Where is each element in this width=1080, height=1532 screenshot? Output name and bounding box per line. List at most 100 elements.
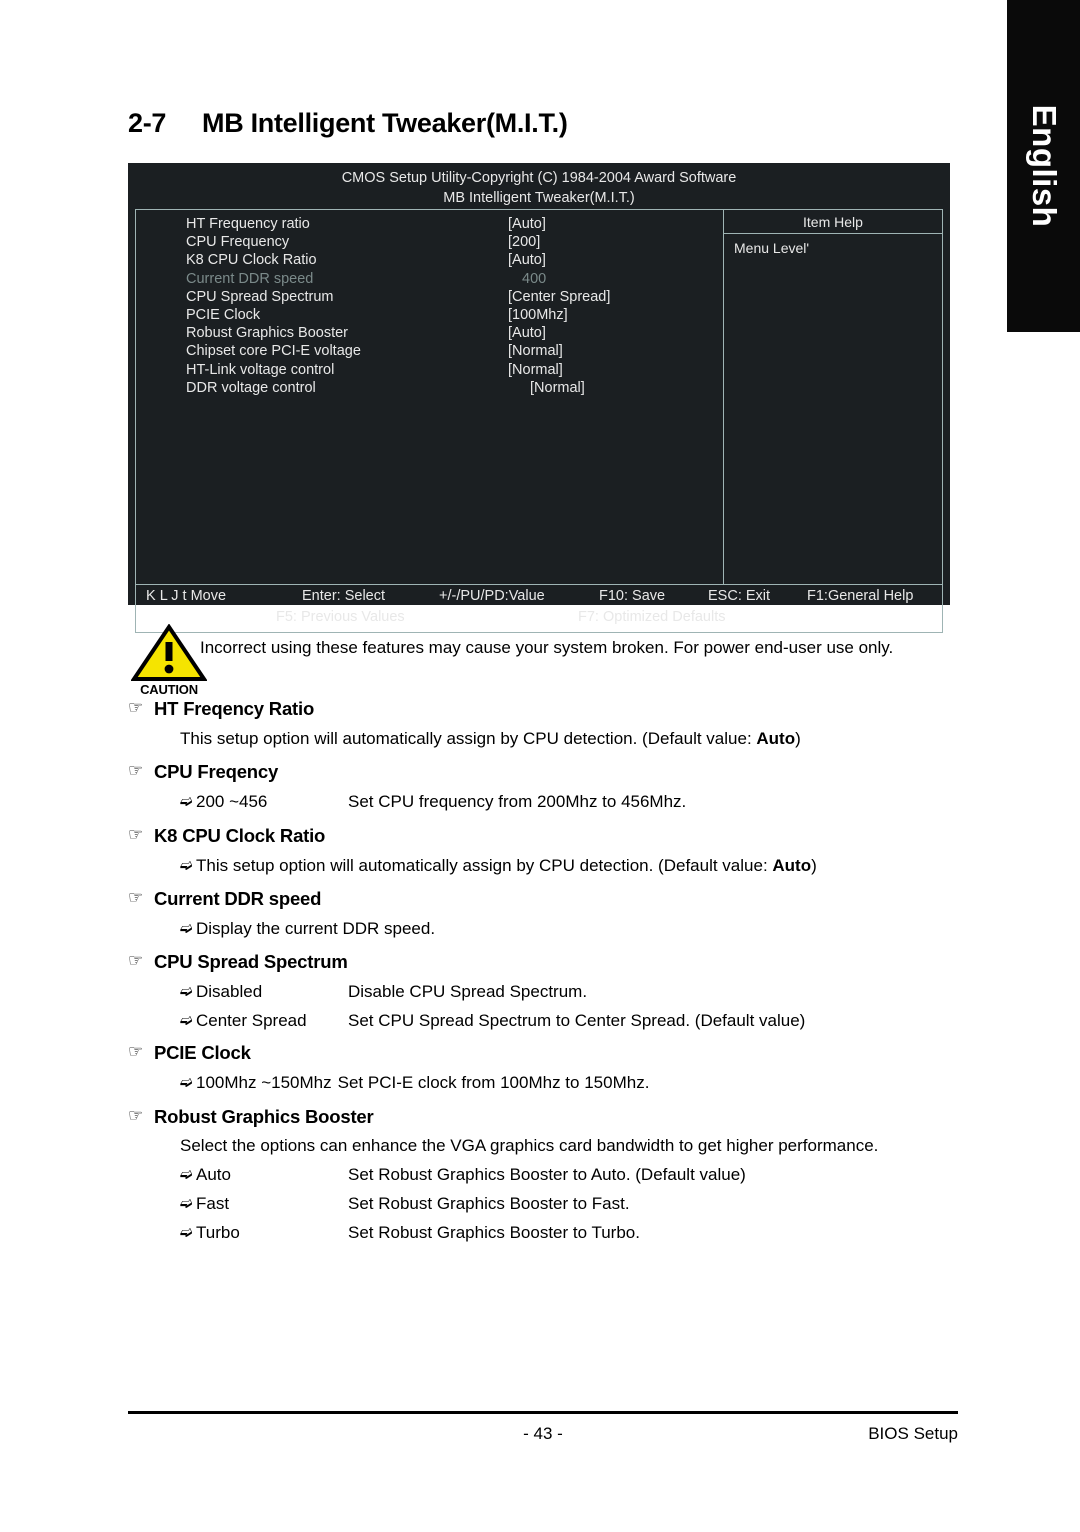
bios-option-row[interactable]: DDR voltage control [Normal] (136, 379, 723, 397)
option-bullet: ➫ Center Spread Set CPU Spread Spectrum … (180, 1011, 968, 1031)
page-title: 2-7 MB Intelligent Tweaker(M.I.T.) (128, 108, 568, 139)
double-arrow-icon: ➫ (180, 983, 193, 1000)
nav-f5-previous: F5: Previous Values (276, 609, 405, 625)
option-bullet: ➫ Disabled Disable CPU Spread Spectrum. (180, 982, 968, 1002)
option-description: Set Robust Graphics Booster to Auto. (De… (348, 1165, 746, 1184)
page-number: - 43 - (523, 1424, 563, 1443)
pointing-hand-icon: ☞ (128, 761, 144, 780)
section-k8-cpu-clock-ratio: ☞ K8 CPU Clock Ratio ➫ This setup option… (128, 825, 968, 876)
section-heading: ☞ Current DDR speed (128, 888, 968, 910)
bios-option-row: Current DDR speed 400 (136, 270, 723, 288)
bios-option-row[interactable]: Robust Graphics Booster [Auto] (136, 324, 723, 342)
caution-label: CAUTION (140, 682, 198, 697)
bios-title-line-2: MB Intelligent Tweaker(M.I.T.) (443, 190, 635, 206)
pointing-hand-icon: ☞ (128, 951, 144, 970)
option-bullet: ➫ 200 ~456 Set CPU frequency from 200Mhz… (180, 792, 968, 812)
paragraph-prefix: This setup option will automatically ass… (180, 729, 757, 748)
item-help-title: Item Help (724, 210, 942, 234)
default-value: Auto (756, 729, 796, 748)
bios-option-value[interactable]: [Center Spread] (508, 288, 723, 306)
caution-text: Incorrect using these features may cause… (200, 638, 894, 657)
option-description: Set Robust Graphics Booster to Turbo. (348, 1223, 640, 1242)
section-ht-freqency-ratio: ☞ HT Freqency Ratio This setup option wi… (128, 698, 968, 749)
option-description: Set CPU Spread Spectrum to Center Spread… (348, 1011, 806, 1030)
bios-option-name: DDR voltage control (186, 379, 316, 396)
double-arrow-icon: ➫ (180, 793, 193, 810)
section-paragraph: Select the options can enhance the VGA g… (180, 1136, 879, 1155)
bios-option-row[interactable]: Chipset core PCI-E voltage [Normal] (136, 342, 723, 360)
option-description: This setup option will automatically ass… (196, 856, 968, 876)
double-arrow-icon: ➫ (180, 1224, 193, 1241)
menu-level-label: Menu Level' (734, 240, 810, 256)
section-heading: ☞ K8 CPU Clock Ratio (128, 825, 968, 847)
bios-option-row[interactable]: CPU Frequency [200] (136, 233, 723, 251)
warning-triangle-icon (131, 624, 207, 682)
section-heading: ☞ Robust Graphics Booster (128, 1106, 968, 1128)
option-label: Auto (196, 1165, 231, 1184)
language-tab: English (1007, 0, 1080, 332)
section-heading-label: K8 CPU Clock Ratio (154, 825, 326, 846)
bios-option-value[interactable]: [Auto] (508, 251, 723, 269)
section-heading: ☞ CPU Spread Spectrum (128, 951, 968, 973)
footer-right-label: BIOS Setup (868, 1424, 958, 1443)
bios-option-value[interactable]: [Auto] (508, 324, 723, 342)
pointing-hand-icon: ☞ (128, 1106, 144, 1125)
bios-option-name: K8 CPU Clock Ratio (186, 252, 317, 269)
double-arrow-icon: ➫ (180, 857, 193, 874)
double-arrow-icon: ➫ (180, 920, 193, 937)
section-current-ddr-speed: ☞ Current DDR speed ➫ Display the curren… (128, 888, 968, 939)
bios-item-help-panel: Item Help Menu Level' (724, 210, 942, 584)
section-pcie-clock: ☞ PCIE Clock ➫ 100Mhz ~150Mhz Set PCI-E … (128, 1042, 968, 1093)
bios-title-line-1: CMOS Setup Utility-Copyright (C) 1984-20… (341, 170, 737, 186)
option-label: 100Mhz ~150Mhz (196, 1073, 332, 1092)
caution-icon-group: CAUTION (128, 624, 210, 697)
option-bullet: ➫ Fast Set Robust Graphics Booster to Fa… (180, 1194, 968, 1214)
pointing-hand-icon: ☞ (128, 698, 144, 717)
bios-option-name: CPU Spread Spectrum (186, 288, 334, 305)
language-tab-label: English (1025, 104, 1063, 228)
option-label: Fast (196, 1194, 230, 1213)
double-arrow-icon: ➫ (180, 1012, 193, 1029)
bios-option-row[interactable]: PCIE Clock [100Mhz] (136, 306, 723, 324)
section-robust-graphics-booster: ☞ Robust Graphics Booster Select the opt… (128, 1106, 968, 1243)
double-arrow-icon: ➫ (180, 1074, 193, 1091)
default-value: Auto (772, 856, 812, 875)
bios-option-row[interactable]: HT-Link voltage control [Normal] (136, 361, 723, 379)
page-content: 2-7 MB Intelligent Tweaker(M.I.T.) CMOS … (0, 0, 1007, 1532)
option-label: 200 ~456 (196, 792, 268, 811)
option-bullet: ➫ Turbo Set Robust Graphics Booster to T… (180, 1223, 968, 1243)
bios-option-value[interactable]: [Normal] (508, 342, 723, 360)
section-heading-label: Current DDR speed (154, 888, 322, 909)
bios-option-name: Chipset core PCI-E voltage (186, 343, 361, 360)
bios-option-value[interactable]: [Normal] (508, 379, 723, 397)
footer-divider (128, 1411, 958, 1414)
nav-enter-select: Enter: Select (302, 588, 386, 604)
bios-option-value[interactable]: [100Mhz] (508, 306, 723, 324)
bios-option-value[interactable]: [Auto] (508, 215, 723, 233)
bios-option-row[interactable]: K8 CPU Clock Ratio [Auto] (136, 251, 723, 269)
section-heading: ☞ CPU Freqency (128, 761, 968, 783)
option-description: Disable CPU Spread Spectrum. (348, 982, 588, 1001)
option-description: Set Robust Graphics Booster to Fast. (348, 1194, 630, 1213)
nav-esc-exit: ESC: Exit (708, 588, 771, 604)
chapter-number: 2-7 (128, 108, 167, 138)
option-description: Set CPU frequency from 200Mhz to 456Mhz. (348, 792, 687, 811)
bios-option-value[interactable]: [200] (508, 233, 723, 251)
bios-nav-row-2: F5: Previous Values F7: Optimized Defaul… (136, 609, 942, 631)
section-heading-label: HT Freqency Ratio (154, 698, 315, 719)
bios-option-value[interactable]: [Normal] (508, 361, 723, 379)
section-cpu-spread-spectrum: ☞ CPU Spread Spectrum ➫ Disabled Disable… (128, 951, 968, 1031)
section-cpu-freqency: ☞ CPU Freqency ➫ 200 ~456 Set CPU freque… (128, 761, 968, 812)
option-bullet: ➫ Auto Set Robust Graphics Booster to Au… (180, 1165, 968, 1185)
option-description: Display the current DDR speed. (196, 919, 436, 938)
option-bullet: ➫ Display the current DDR speed. (180, 919, 968, 939)
nav-value-keys: +/-/PU/PD:Value (439, 588, 545, 604)
bios-option-name: Robust Graphics Booster (186, 325, 348, 342)
pointing-hand-icon: ☞ (128, 825, 144, 844)
section-heading-label: Robust Graphics Booster (154, 1106, 374, 1127)
paragraph-suffix: ) (795, 729, 801, 748)
option-bullet: ➫ 100Mhz ~150Mhz Set PCI-E clock from 10… (180, 1073, 968, 1093)
bios-option-row[interactable]: HT Frequency ratio [Auto] (136, 215, 723, 233)
bios-option-row[interactable]: CPU Spread Spectrum [Center Spread] (136, 288, 723, 306)
pointing-hand-icon: ☞ (128, 888, 144, 907)
